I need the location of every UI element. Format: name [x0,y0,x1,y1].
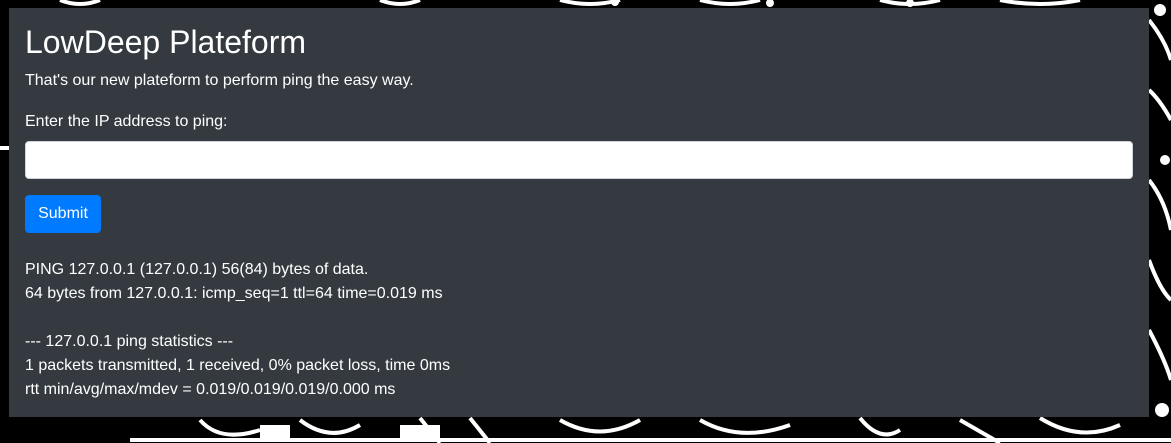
output-line: 1 packets transmitted, 1 received, 0% pa… [25,357,451,374]
ping-output: PING 127.0.0.1 (127.0.0.1) 56(84) bytes … [25,258,450,402]
page-subtitle: That's our new plateform to perform ping… [25,72,414,89]
output-line: 64 bytes from 127.0.0.1: icmp_seq=1 ttl=… [25,285,443,302]
ip-field-label: Enter the IP address to ping: [25,113,228,130]
page-title: LowDeep Plateform [25,24,307,60]
output-line: PING 127.0.0.1 (127.0.0.1) 56(84) bytes … [25,261,369,278]
ip-address-input[interactable] [25,141,1133,179]
output-line: --- 127.0.0.1 ping statistics --- [25,333,234,350]
output-line: rtt min/avg/max/mdev = 0.019/0.019/0.019… [25,381,396,398]
submit-button[interactable]: Submit [25,195,101,233]
ping-panel: LowDeep Plateform That's our new platefo… [9,8,1149,417]
